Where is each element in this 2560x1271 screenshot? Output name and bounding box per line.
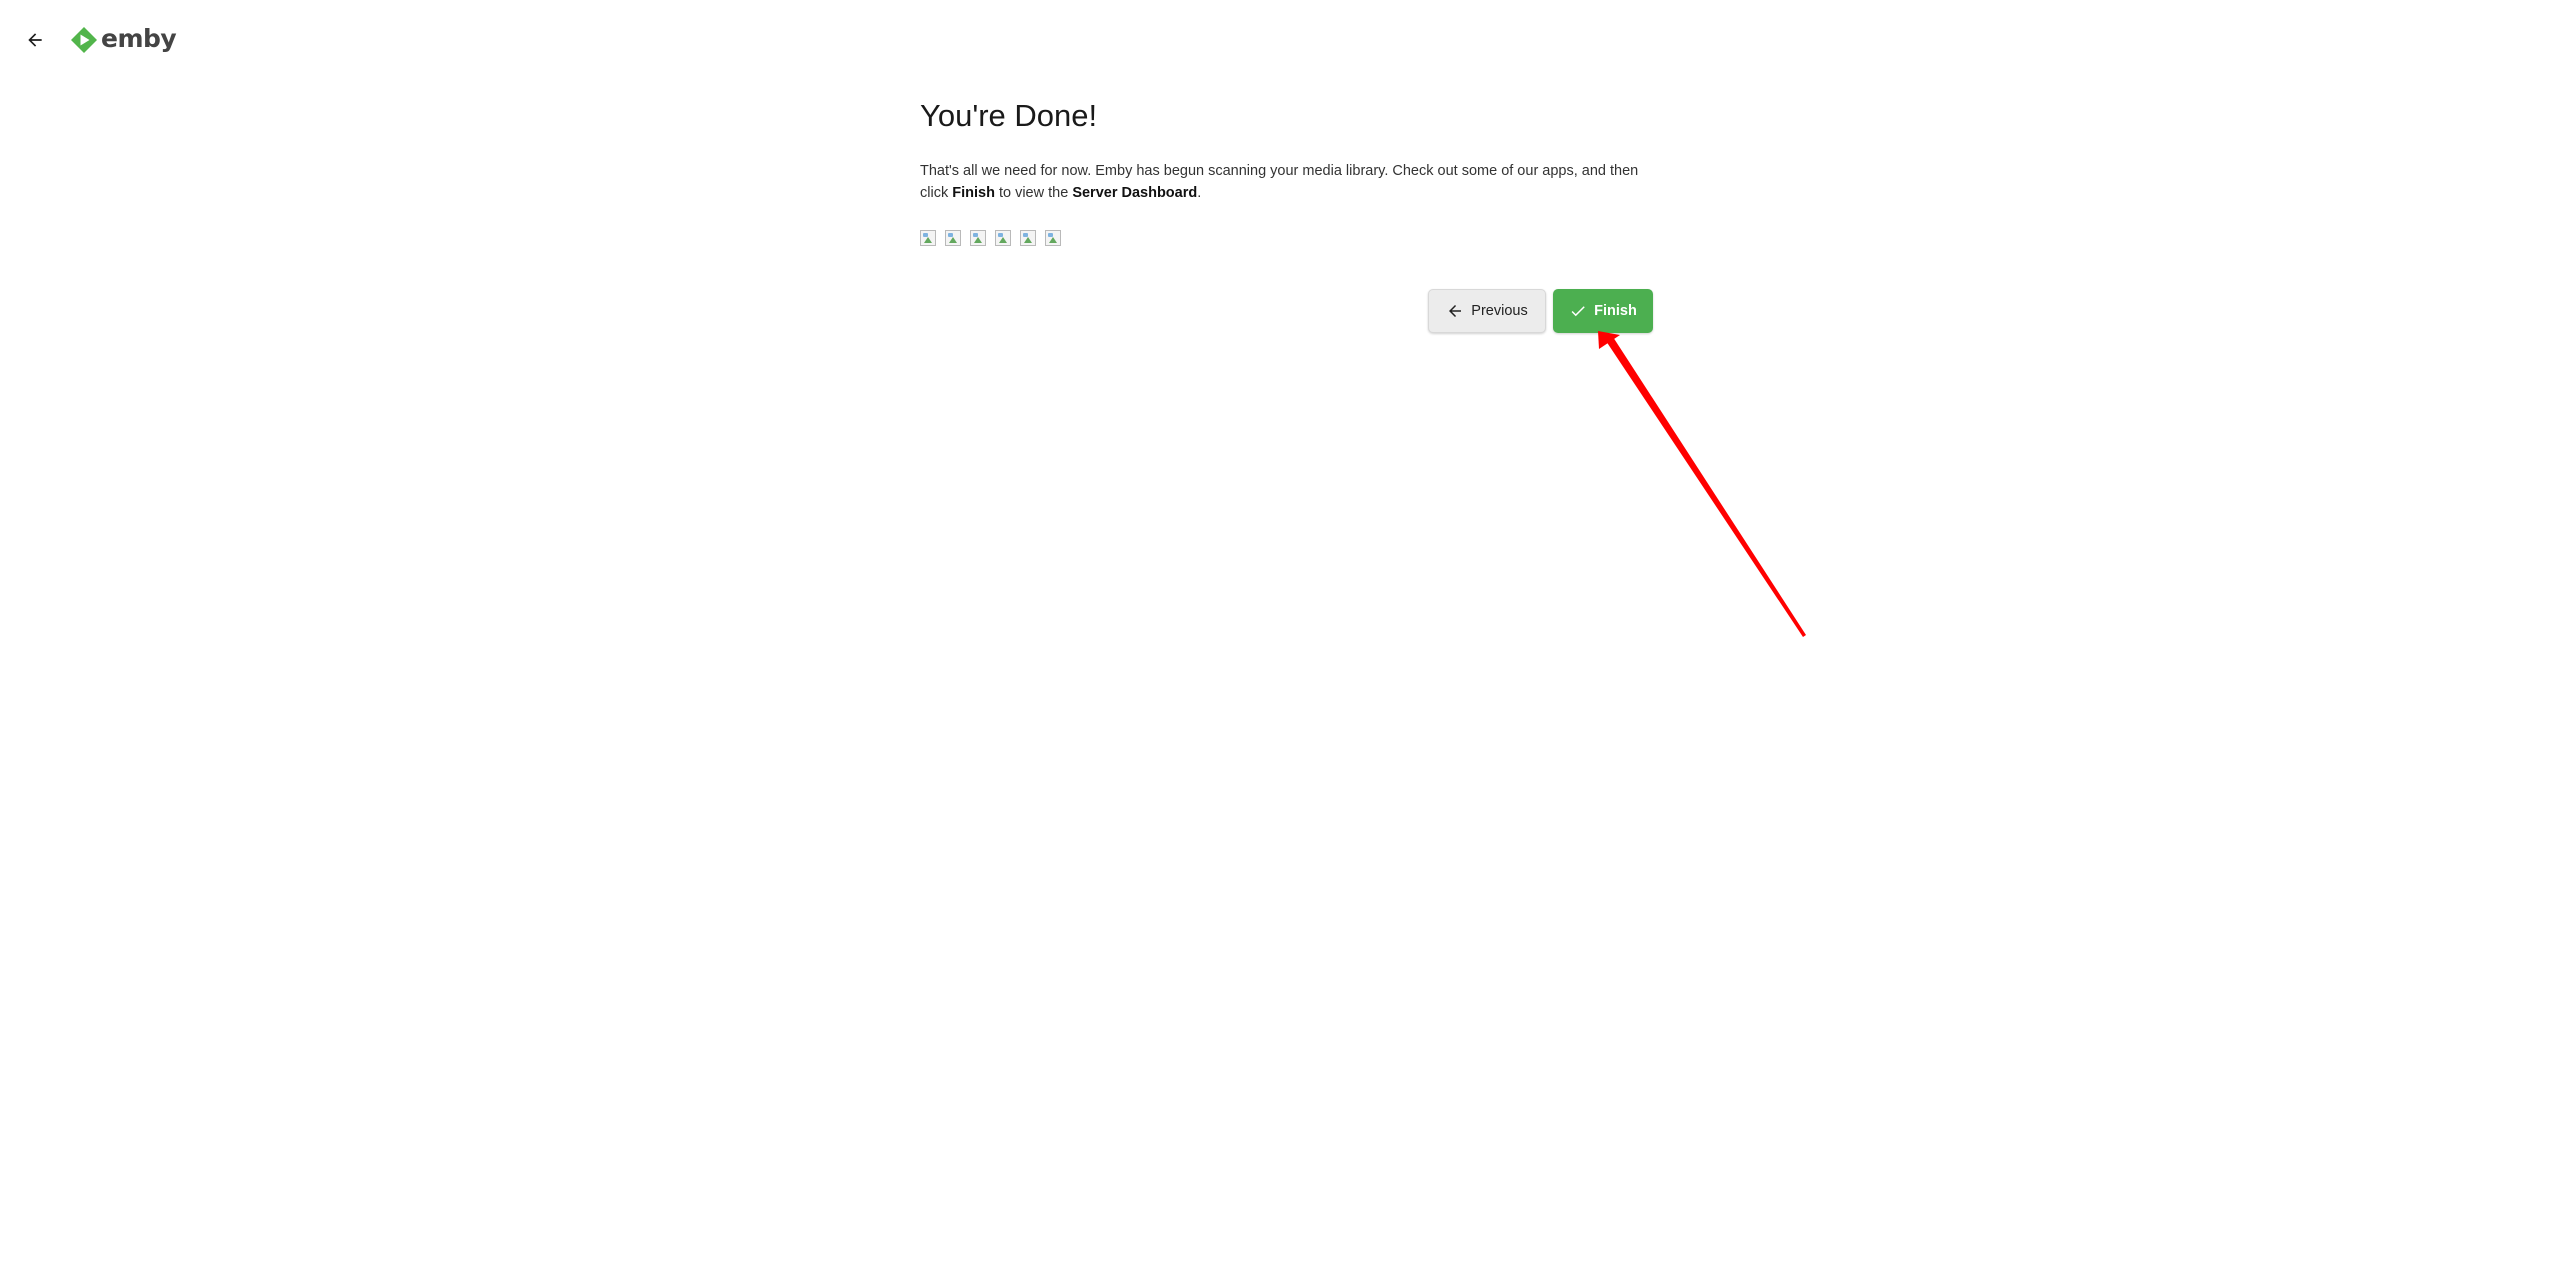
logo-text: emby (101, 24, 177, 53)
description-part2: to view the (994, 185, 1073, 201)
check-icon (1569, 302, 1587, 320)
finish-button-label: Finish (1594, 303, 1637, 319)
top-bar: emby (0, 0, 2560, 80)
emby-logo-icon (71, 27, 97, 53)
arrow-left-icon (28, 33, 42, 47)
arrow-left-icon (1446, 302, 1464, 320)
app-link-6-broken-image-icon[interactable] (1045, 230, 1061, 246)
previous-button[interactable]: Previous (1428, 289, 1546, 333)
previous-button-label: Previous (1471, 303, 1528, 319)
app-link-2-broken-image-icon[interactable] (945, 230, 961, 246)
finish-button[interactable]: Finish (1553, 289, 1653, 333)
app-link-5-broken-image-icon[interactable] (1020, 230, 1036, 246)
app-icons-list (920, 230, 1655, 247)
app-link-4-broken-image-icon[interactable] (995, 230, 1011, 246)
app-link-3-broken-image-icon[interactable] (970, 230, 986, 246)
app-link-1-broken-image-icon[interactable] (920, 230, 936, 246)
page-title: You're Done! (920, 98, 1098, 133)
back-button[interactable] (20, 25, 50, 55)
description-text: That's all we need for now. Emby has beg… (920, 160, 1650, 204)
description-finish-bold: Finish (952, 185, 995, 201)
wizard-finish-page: You're Done! That's all we need for now.… (920, 96, 1655, 247)
arrow-shaft (1606, 337, 1806, 637)
emby-logo[interactable]: emby (70, 24, 177, 56)
description-part3: . (1197, 185, 1202, 201)
description-dashboard-bold: Server Dashboard (1072, 185, 1198, 201)
arrow-head (1598, 331, 1620, 349)
